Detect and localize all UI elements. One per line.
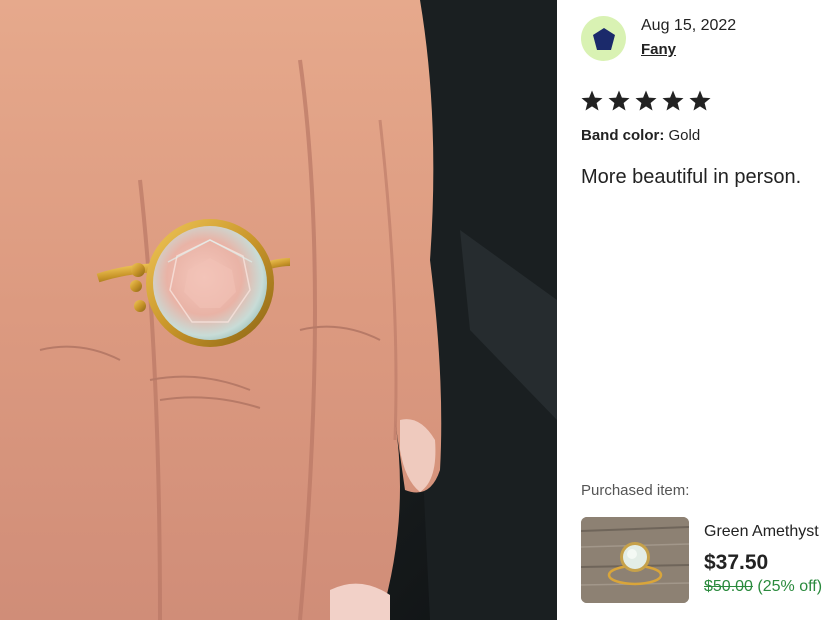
review-text: More beautiful in person. bbox=[581, 166, 802, 188]
reviewer-avatar[interactable] bbox=[581, 16, 626, 61]
star-rating bbox=[580, 89, 712, 113]
star-icon bbox=[607, 89, 631, 113]
variation-label: Band color bbox=[581, 127, 660, 144]
review-date: Aug 15, 2022 bbox=[641, 17, 737, 34]
star-icon bbox=[580, 89, 604, 113]
star-icon bbox=[634, 89, 658, 113]
purchased-item-title[interactable]: Green Amethyst bbox=[704, 523, 819, 541]
pentagon-avatar-icon bbox=[592, 27, 615, 50]
variation-value: Gold bbox=[668, 127, 701, 144]
star-icon bbox=[688, 89, 712, 113]
purchased-item-original-price: $50.00 (25% off) bbox=[704, 578, 822, 596]
discount-badge: (25% off) bbox=[757, 578, 822, 595]
review-modal: Aug 15, 2022 Fany Band color: Gold More … bbox=[0, 0, 822, 620]
review-photo[interactable] bbox=[0, 0, 557, 620]
review-panel: Aug 15, 2022 Fany Band color: Gold More … bbox=[557, 0, 822, 620]
purchased-item-thumbnail[interactable] bbox=[581, 517, 689, 603]
variation-info: Band color: Gold bbox=[581, 127, 700, 144]
variation-separator: : bbox=[659, 127, 665, 144]
reviewer-name-link[interactable]: Fany bbox=[641, 41, 676, 58]
purchased-item-price: $37.50 bbox=[704, 551, 769, 574]
star-icon bbox=[661, 89, 685, 113]
original-price: $50.00 bbox=[704, 578, 753, 595]
purchased-item-label: Purchased item: bbox=[581, 482, 690, 499]
